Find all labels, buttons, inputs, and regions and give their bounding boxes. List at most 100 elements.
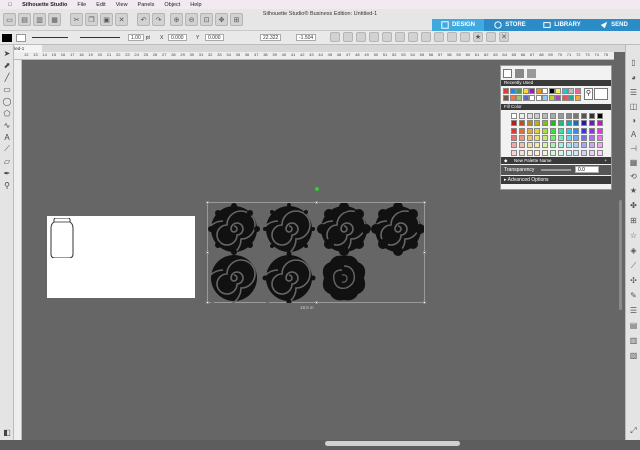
zoom-in-icon[interactable]: ⊕ <box>170 13 183 26</box>
palette-color-swatch[interactable] <box>581 113 588 119</box>
nesting-icon[interactable]: ▥ <box>628 335 639 346</box>
palette-color-swatch[interactable] <box>589 113 595 119</box>
settings-icon[interactable] <box>486 32 496 42</box>
palette-color-swatch[interactable] <box>581 127 588 134</box>
recent-color-swatch[interactable] <box>568 88 574 94</box>
point-edit-icon[interactable]: ⬈ <box>2 60 12 70</box>
palette-color-swatch[interactable] <box>526 142 533 149</box>
advanced-options-row[interactable]: ▸ Advanced Options <box>501 176 611 184</box>
palette-color-swatch[interactable] <box>596 127 603 134</box>
menu-panels[interactable]: Panels <box>138 2 155 8</box>
palette-color-swatch[interactable] <box>565 113 572 119</box>
palette-color-swatch[interactable] <box>534 113 541 119</box>
y-field[interactable]: 0.000 <box>205 33 224 42</box>
palette-color-swatch[interactable] <box>518 127 525 134</box>
print-icon[interactable]: ▦ <box>48 13 61 26</box>
palette-color-swatch[interactable] <box>550 120 556 127</box>
line-tool-icon[interactable]: ╱ <box>2 72 12 82</box>
library-panel-icon[interactable]: ☆ <box>628 230 639 241</box>
palette-color-swatch[interactable] <box>511 134 517 141</box>
recent-color-swatch[interactable] <box>542 94 548 101</box>
palette-color-swatch[interactable] <box>526 149 533 156</box>
ungroup-icon[interactable] <box>343 32 353 42</box>
copy-icon[interactable]: ❐ <box>85 13 98 26</box>
group-icon[interactable] <box>330 32 340 42</box>
recent-color-swatch[interactable] <box>516 94 522 101</box>
pan-icon[interactable]: ✥ <box>215 13 228 26</box>
cut-icon[interactable]: ✂ <box>70 13 83 26</box>
palette-color-swatch[interactable] <box>557 134 564 141</box>
palette-color-swatch[interactable] <box>573 134 580 141</box>
rectangle-tool-icon[interactable]: ▭ <box>2 84 12 94</box>
palette-color-swatch[interactable] <box>526 127 533 134</box>
new-palette-name[interactable]: New Palette Name <box>514 157 552 164</box>
star-icon[interactable]: ★ <box>473 32 483 42</box>
palette-color-swatch[interactable] <box>596 134 603 141</box>
palette-color-swatch[interactable] <box>542 134 549 141</box>
palette-color-swatch[interactable] <box>550 134 556 141</box>
palette-color-swatch[interactable] <box>511 142 517 149</box>
recent-color-swatch[interactable] <box>503 88 509 94</box>
transform-panel-icon[interactable]: ⟲ <box>628 171 639 182</box>
eraser-tool-icon[interactable]: ▱ <box>2 156 12 166</box>
palette-color-swatch[interactable] <box>557 142 564 149</box>
palette-color-swatch[interactable] <box>565 120 572 127</box>
palette-color-swatch[interactable] <box>573 113 580 119</box>
zoom-box-icon[interactable]: ⊡ <box>200 13 213 26</box>
palette-color-swatch[interactable] <box>596 142 603 149</box>
eyedropper-icon[interactable]: ⚲ <box>584 88 593 100</box>
close-icon[interactable]: ✕ <box>499 32 509 42</box>
text-tool-icon[interactable]: A <box>2 132 12 142</box>
palette-color-swatch[interactable] <box>557 149 564 156</box>
recent-color-swatch[interactable] <box>516 88 522 94</box>
fill-color-swatch[interactable] <box>2 33 12 42</box>
design-store-icon[interactable]: ▤ <box>628 320 639 331</box>
menu-app-name[interactable]: Silhouette Studio <box>22 2 67 8</box>
line-style-dropdown[interactable] <box>32 33 68 42</box>
warp-icon[interactable]: ▧ <box>628 350 639 361</box>
recent-color-swatch[interactable] <box>535 94 542 101</box>
mirror-icon[interactable] <box>382 32 392 42</box>
rhinestone-icon[interactable]: ✣ <box>628 275 639 286</box>
palette-color-swatch[interactable] <box>581 149 588 156</box>
recent-color-swatch[interactable] <box>555 88 561 94</box>
open-icon[interactable]: ▤ <box>18 13 31 26</box>
fit-page-icon[interactable]: ⊞ <box>230 13 243 26</box>
jar-outline[interactable] <box>50 218 74 258</box>
trace-icon[interactable] <box>434 32 444 42</box>
palette-color-swatch[interactable] <box>581 142 588 149</box>
align-icon[interactable] <box>356 32 366 42</box>
palette-color-swatch[interactable] <box>565 149 572 156</box>
recent-color-swatch[interactable] <box>542 88 548 94</box>
pixscan-icon[interactable]: ⊞ <box>628 215 639 226</box>
palette-color-swatch[interactable] <box>534 149 541 156</box>
palette-color-swatch[interactable] <box>511 113 517 119</box>
transparency-slider[interactable] <box>541 169 571 171</box>
tab-send[interactable]: SEND <box>588 19 640 31</box>
recent-color-swatch[interactable] <box>503 94 509 101</box>
recent-color-swatch[interactable] <box>568 94 574 101</box>
line-color-swatch[interactable] <box>16 33 26 42</box>
layers-toggle-icon[interactable]: ◧ <box>2 427 12 437</box>
delete-icon[interactable]: ✕ <box>115 13 128 26</box>
save-icon[interactable]: ▥ <box>33 13 46 26</box>
knife-tool-icon[interactable]: ⟋ <box>2 144 12 154</box>
line-panel-icon[interactable]: ☰ <box>628 87 639 98</box>
page-setup-icon[interactable]: ▯ <box>628 57 639 68</box>
palette-color-swatch[interactable] <box>581 134 588 141</box>
palette-color-swatch[interactable] <box>518 113 525 119</box>
recent-color-swatch[interactable] <box>574 94 581 101</box>
palette-color-swatch[interactable] <box>511 120 517 127</box>
pattern-fill-swatch[interactable] <box>527 69 536 78</box>
sketch-icon[interactable]: ✎ <box>628 290 639 301</box>
transparency-icon[interactable]: ◑ <box>628 115 639 126</box>
palette-color-swatch[interactable] <box>542 127 549 134</box>
freehand-tool-icon[interactable]: ∿ <box>2 120 12 130</box>
h-field[interactable]: -1.504 <box>296 33 317 42</box>
polygon-tool-icon[interactable]: ⬠ <box>2 108 12 118</box>
recent-color-swatch[interactable] <box>574 88 581 94</box>
rotate-handle[interactable] <box>315 187 319 191</box>
w-field[interactable]: 22.322 <box>260 33 282 42</box>
palette-color-swatch[interactable] <box>518 134 525 141</box>
palette-color-swatch[interactable] <box>596 113 603 119</box>
